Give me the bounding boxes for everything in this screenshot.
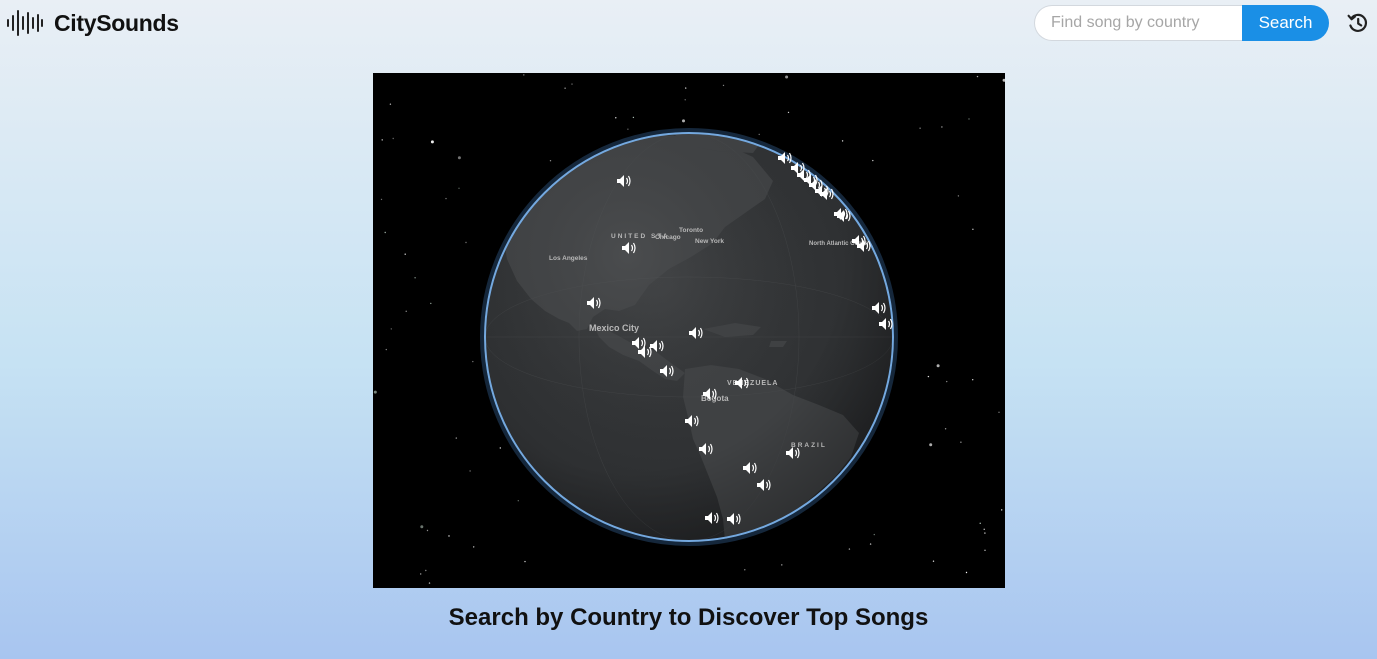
star	[524, 560, 526, 563]
star	[927, 375, 930, 378]
sound-wave-icon	[7, 10, 43, 36]
star	[455, 437, 457, 439]
star	[983, 528, 985, 530]
star	[430, 140, 434, 144]
star	[632, 116, 635, 119]
star	[390, 328, 392, 330]
search-bar: Search	[1034, 5, 1329, 41]
star	[965, 571, 968, 574]
star	[722, 84, 725, 87]
star	[998, 411, 1000, 413]
star	[404, 253, 406, 255]
star	[684, 99, 686, 101]
search-button[interactable]: Search	[1242, 5, 1329, 41]
star	[469, 470, 471, 472]
star	[465, 241, 467, 244]
star	[430, 302, 432, 305]
label-venezuela: VENEZUELA	[727, 380, 778, 387]
star	[385, 348, 387, 351]
star	[420, 525, 424, 529]
label-los-angeles: Los Angeles	[549, 255, 588, 262]
star	[458, 187, 460, 189]
star	[972, 379, 974, 381]
star	[426, 529, 429, 532]
star	[392, 137, 394, 140]
star	[984, 532, 986, 534]
star	[976, 75, 979, 78]
star	[785, 75, 789, 79]
globe-shading	[485, 133, 893, 541]
star	[499, 447, 501, 449]
star	[984, 549, 986, 551]
star	[682, 119, 685, 123]
star	[848, 548, 851, 550]
star	[615, 117, 617, 119]
star	[781, 564, 783, 566]
star	[414, 277, 416, 279]
star	[873, 533, 875, 536]
label-toronto: Toronto	[679, 227, 703, 234]
star	[944, 428, 947, 430]
globe-map[interactable]: UNITED STA Chicago Toronto New York Los …	[373, 73, 1005, 588]
star	[957, 195, 960, 197]
star	[380, 198, 383, 201]
label-mexico-city: Mexico City	[589, 323, 639, 333]
star	[936, 364, 940, 368]
star	[373, 390, 377, 394]
star	[968, 118, 970, 120]
label-brazil: BRAZIL	[791, 442, 827, 449]
label-chicago: Chicago	[655, 234, 681, 241]
star	[420, 573, 422, 575]
top-bar: CitySounds Search	[0, 0, 1377, 46]
star	[448, 535, 450, 537]
star	[929, 443, 933, 447]
star	[872, 159, 874, 162]
star	[841, 140, 844, 142]
star	[523, 74, 525, 76]
star	[941, 126, 943, 128]
star	[389, 103, 392, 105]
star	[869, 543, 872, 545]
star	[517, 500, 519, 502]
star	[445, 197, 447, 200]
page-headline: Search by Country to Discover Top Songs	[448, 604, 929, 631]
star	[972, 228, 974, 230]
star	[744, 569, 746, 571]
star	[564, 87, 566, 89]
star	[571, 83, 573, 85]
star	[946, 380, 948, 383]
star	[960, 441, 962, 443]
star	[627, 128, 629, 130]
star	[1002, 78, 1005, 82]
star	[405, 310, 407, 312]
star	[787, 111, 790, 114]
star	[932, 560, 935, 562]
star	[457, 156, 461, 160]
label-new-york: New York	[695, 238, 724, 245]
history-icon	[1347, 13, 1368, 32]
star	[384, 231, 386, 234]
brand-name: CitySounds	[54, 9, 179, 36]
globe-viewer[interactable]: UNITED STA Chicago Toronto New York Los …	[373, 73, 1005, 588]
star	[685, 87, 687, 89]
star	[549, 160, 552, 162]
star	[428, 582, 431, 584]
brand[interactable]: CitySounds	[6, 8, 179, 38]
star	[472, 360, 474, 363]
star	[919, 127, 921, 129]
star	[425, 569, 427, 572]
country-search-input[interactable]	[1034, 5, 1244, 41]
history-button[interactable]	[1346, 11, 1370, 35]
star	[381, 139, 383, 141]
star	[1001, 509, 1003, 511]
star	[758, 133, 760, 136]
star	[979, 522, 981, 524]
star	[473, 546, 475, 548]
